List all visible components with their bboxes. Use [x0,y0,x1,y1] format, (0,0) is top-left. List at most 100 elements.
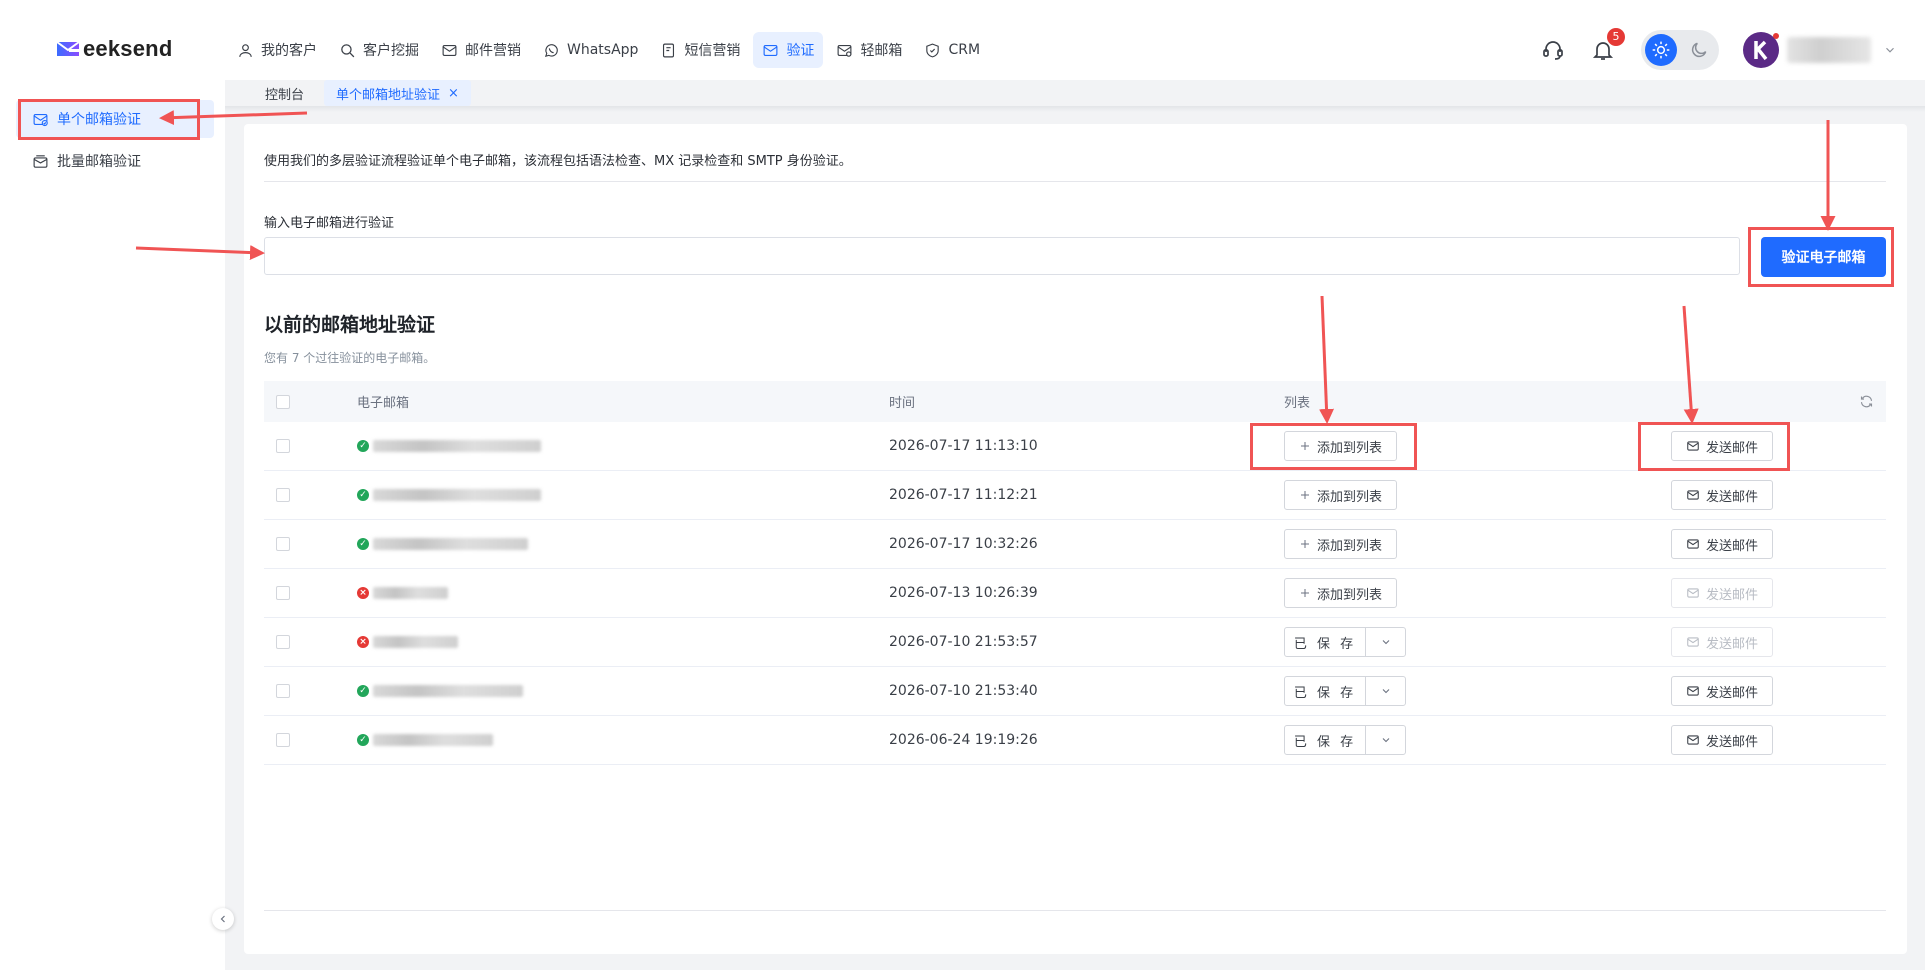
section-subtitle: 您有 7 个过往验证的电子邮箱。 [264,351,436,365]
check-circle-icon: ✓ [357,685,369,697]
page-description: 使用我们的多层验证流程验证单个电子邮箱，该流程包括语法检查、MX 记录检查和 S… [264,154,852,169]
saved-dropdown-toggle[interactable] [1366,677,1405,705]
mail-stack-icon [33,154,48,168]
time-cell: 2026-07-17 11:13:10 [889,438,1038,454]
row-checkbox[interactable] [276,586,290,600]
send-email-button[interactable]: 发送邮件 [1671,480,1774,510]
email-redacted [373,734,493,746]
select-all-checkbox[interactable] [276,394,290,409]
table-header: 电子邮箱 时间 列表 [264,381,1886,422]
sidebar-item-label: 批量邮箱验证 [57,154,141,170]
email-redacted [373,489,541,501]
row-checkbox[interactable] [276,635,290,649]
list-cell: 已 保 存 [1284,627,1406,657]
notification-badge: 5 [1607,28,1625,46]
refresh-icon[interactable] [1859,394,1874,409]
mail-icon [1687,441,1699,451]
saved-dropdown-button[interactable]: 已 保 存 [1284,725,1406,755]
moon-icon[interactable] [1689,40,1709,60]
add-to-list-button[interactable]: 添加到列表 [1284,529,1398,559]
row-checkbox[interactable] [276,439,290,453]
nav-item-email-marketing[interactable]: 邮件营销 [432,32,530,68]
avatar[interactable] [1743,32,1779,68]
nav-item-whatsapp[interactable]: WhatsApp [534,32,647,68]
nav-label: 轻邮箱 [860,43,903,59]
headset-icon[interactable] [1541,38,1565,62]
email-input-label: 输入电子邮箱进行验证 [264,216,395,231]
send-email-label: 发送邮件 [1706,587,1759,603]
user-name-redacted[interactable] [1787,37,1871,63]
logo[interactable]: eeksend [55,36,172,62]
add-to-list-button[interactable]: 添加到列表 [1284,578,1398,608]
nav-item-sms-marketing[interactable]: 短信营销 [651,32,749,68]
nav-label: 邮件营销 [465,43,521,59]
nav-item-verify[interactable]: 验证 [753,32,824,68]
list-cell: 添加到列表 [1284,578,1398,608]
error-circle-icon: × [357,587,369,599]
saved-dropdown-toggle[interactable] [1366,628,1405,656]
nav-item-crm[interactable]: CRM [915,32,989,68]
sms-icon [663,43,675,57]
send-email-button[interactable]: 发送邮件 [1671,529,1774,559]
sun-icon[interactable] [1645,34,1677,66]
verify-email-button[interactable]: 验证电子邮箱 [1761,237,1886,277]
table-row: × 2026-07-13 10:26:39 添加到列表 发送邮件 [264,569,1886,618]
row-checkbox[interactable] [276,733,290,747]
send-email-button[interactable]: 发送邮件 [1671,676,1774,706]
row-checkbox[interactable] [276,537,290,551]
email-input[interactable] [264,237,1740,275]
error-circle-icon: × [357,636,369,648]
mail-check-icon [763,44,778,56]
tab-single-email-verify[interactable]: 单个邮箱地址验证 × [324,80,471,106]
theme-toggle[interactable] [1641,30,1719,70]
bell-icon[interactable]: 5 [1591,28,1625,62]
sidebar-item-bulk-verify[interactable]: 批量邮箱验证 [16,142,214,180]
send-email-button[interactable]: 发送邮件 [1671,725,1774,755]
mail-icon [1687,588,1699,598]
add-to-list-button[interactable]: 添加到列表 [1284,431,1398,461]
email-redacted [373,636,458,648]
verification-history-table: 电子邮箱 时间 列表 ✓ 2026-07-17 11:13:10 添加到列表 发… [264,381,1886,765]
time-cell: 2026-07-10 21:53:40 [889,683,1038,699]
table-row: ✓ 2026-07-17 10:32:26 添加到列表 发送邮件 [264,520,1886,569]
add-to-list-button[interactable]: 添加到列表 [1284,480,1398,510]
saved-dropdown-toggle[interactable] [1366,726,1405,754]
saved-dropdown-button[interactable]: 已 保 存 [1284,627,1406,657]
shield-icon [926,43,940,57]
email-cell: ✓ [357,685,523,697]
send-cell: 发送邮件 [1671,676,1774,706]
email-cell: × [357,636,458,648]
sidebar-collapse-button[interactable] [212,908,234,930]
header-actions: 5 [1541,28,1925,70]
send-cell: 发送邮件 [1671,431,1774,461]
add-to-list-label: 添加到列表 [1317,440,1383,456]
nav-item-light-mailbox[interactable]: 轻邮箱 [827,32,911,68]
tab-dashboard[interactable]: 控制台 [253,80,316,106]
nav-label: CRM [948,42,981,58]
plus-icon [1301,589,1309,597]
saved-label: 已 保 存 [1285,628,1366,656]
chevron-down-icon[interactable] [1883,43,1897,57]
tab-label: 单个邮箱地址验证 [336,87,441,103]
add-to-list-label: 添加到列表 [1317,587,1383,603]
close-icon[interactable]: × [448,86,459,101]
nav-item-my-customers[interactable]: 我的客户 [228,32,326,68]
row-checkbox[interactable] [276,488,290,502]
search-icon [341,43,355,57]
logo-text: eeksend [83,36,173,61]
send-email-label: 发送邮件 [1706,636,1759,652]
saved-label: 已 保 存 [1285,726,1366,754]
saved-dropdown-button[interactable]: 已 保 存 [1284,676,1406,706]
top-header: eeksend 我的客户 客户挖掘 邮件营销 WhatsApp 短信营销 验证 [0,0,1925,80]
row-checkbox[interactable] [276,684,290,698]
main-card: 使用我们的多层验证流程验证单个电子邮箱，该流程包括语法检查、MX 记录检查和 S… [244,124,1907,954]
nav-label: 我的客户 [261,43,317,59]
time-cell: 2026-07-17 11:12:21 [889,487,1038,503]
list-cell: 已 保 存 [1284,676,1406,706]
table-row: ✓ 2026-07-17 11:13:10 添加到列表 发送邮件 [264,422,1886,471]
nav-item-customer-mining[interactable]: 客户挖掘 [330,32,428,68]
email-cell: × [357,587,448,599]
send-email-button[interactable]: 发送邮件 [1671,431,1774,461]
sidebar-item-single-verify[interactable]: 单个邮箱验证 [16,100,214,138]
col-header-time: 时间 [889,396,916,411]
